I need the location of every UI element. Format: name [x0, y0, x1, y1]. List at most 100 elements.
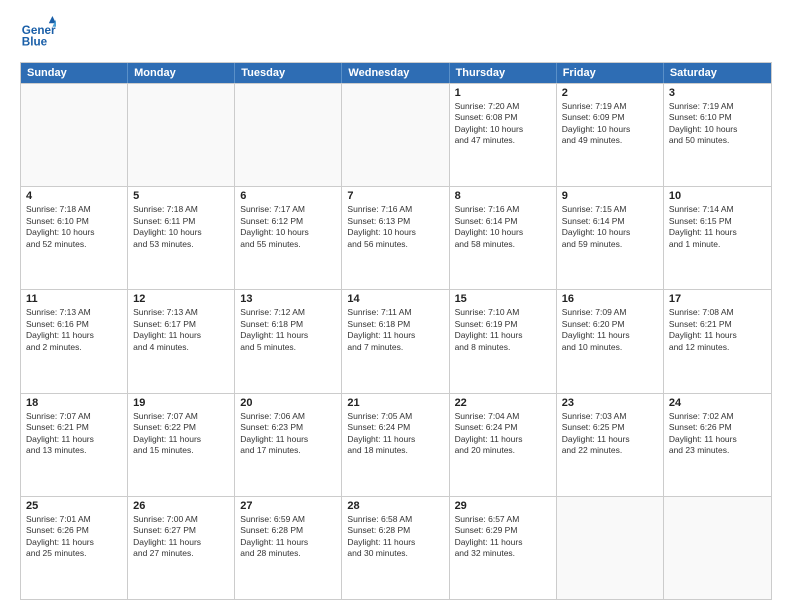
- day-number: 20: [240, 397, 336, 409]
- day-number: 4: [26, 190, 122, 202]
- day-info: Sunrise: 7:19 AM Sunset: 6:09 PM Dayligh…: [562, 101, 658, 147]
- day-info: Sunrise: 7:07 AM Sunset: 6:21 PM Dayligh…: [26, 411, 122, 457]
- calendar: SundayMondayTuesdayWednesdayThursdayFrid…: [20, 62, 772, 600]
- day-number: 17: [669, 293, 766, 305]
- day-info: Sunrise: 7:18 AM Sunset: 6:10 PM Dayligh…: [26, 204, 122, 250]
- logo-icon: General Blue: [20, 16, 56, 52]
- day-number: 15: [455, 293, 551, 305]
- day-number: 10: [669, 190, 766, 202]
- day-cell-25: 25 Sunrise: 7:01 AM Sunset: 6:26 PM Dayli…: [21, 497, 128, 599]
- day-info: Sunrise: 7:20 AM Sunset: 6:08 PM Dayligh…: [455, 101, 551, 147]
- day-cell-29: 29 Sunrise: 6:57 AM Sunset: 6:29 PM Dayli…: [450, 497, 557, 599]
- day-cell-1: 1 Sunrise: 7:20 AM Sunset: 6:08 PM Daylig…: [450, 84, 557, 186]
- day-number: 27: [240, 500, 336, 512]
- day-cell-21: 21 Sunrise: 7:05 AM Sunset: 6:24 PM Dayli…: [342, 394, 449, 496]
- day-info: Sunrise: 6:58 AM Sunset: 6:28 PM Dayligh…: [347, 514, 443, 560]
- day-number: 28: [347, 500, 443, 512]
- empty-cell: [664, 497, 771, 599]
- header-day-monday: Monday: [128, 63, 235, 83]
- day-cell-22: 22 Sunrise: 7:04 AM Sunset: 6:24 PM Dayli…: [450, 394, 557, 496]
- day-info: Sunrise: 7:07 AM Sunset: 6:22 PM Dayligh…: [133, 411, 229, 457]
- header-day-saturday: Saturday: [664, 63, 771, 83]
- day-number: 19: [133, 397, 229, 409]
- day-info: Sunrise: 6:57 AM Sunset: 6:29 PM Dayligh…: [455, 514, 551, 560]
- empty-cell: [128, 84, 235, 186]
- day-cell-15: 15 Sunrise: 7:10 AM Sunset: 6:19 PM Dayli…: [450, 290, 557, 392]
- day-info: Sunrise: 7:03 AM Sunset: 6:25 PM Dayligh…: [562, 411, 658, 457]
- day-cell-19: 19 Sunrise: 7:07 AM Sunset: 6:22 PM Dayli…: [128, 394, 235, 496]
- day-info: Sunrise: 7:18 AM Sunset: 6:11 PM Dayligh…: [133, 204, 229, 250]
- logo: General Blue: [20, 16, 56, 52]
- day-cell-26: 26 Sunrise: 7:00 AM Sunset: 6:27 PM Dayli…: [128, 497, 235, 599]
- day-cell-7: 7 Sunrise: 7:16 AM Sunset: 6:13 PM Daylig…: [342, 187, 449, 289]
- week-row-3: 11 Sunrise: 7:13 AM Sunset: 6:16 PM Dayli…: [21, 289, 771, 392]
- day-info: Sunrise: 7:09 AM Sunset: 6:20 PM Dayligh…: [562, 307, 658, 353]
- day-cell-3: 3Sunrise: 7:19 AM Sunset: 6:10 PM Daylig…: [664, 84, 771, 186]
- week-row-4: 18 Sunrise: 7:07 AM Sunset: 6:21 PM Dayli…: [21, 393, 771, 496]
- day-number: 25: [26, 500, 122, 512]
- day-number: 21: [347, 397, 443, 409]
- day-info: Sunrise: 7:16 AM Sunset: 6:14 PM Dayligh…: [455, 204, 551, 250]
- day-number: 11: [26, 293, 122, 305]
- day-number: 9: [562, 190, 658, 202]
- day-cell-13: 13 Sunrise: 7:12 AM Sunset: 6:18 PM Dayli…: [235, 290, 342, 392]
- day-cell-27: 27 Sunrise: 6:59 AM Sunset: 6:28 PM Dayli…: [235, 497, 342, 599]
- svg-text:Blue: Blue: [22, 36, 48, 49]
- day-cell-10: 10 Sunrise: 7:14 AM Sunset: 6:15 PM Dayli…: [664, 187, 771, 289]
- day-number: 2: [562, 87, 658, 99]
- header-day-wednesday: Wednesday: [342, 63, 449, 83]
- header: General Blue: [20, 16, 772, 52]
- week-row-2: 4 Sunrise: 7:18 AM Sunset: 6:10 PM Daylig…: [21, 186, 771, 289]
- week-row-1: 1 Sunrise: 7:20 AM Sunset: 6:08 PM Daylig…: [21, 83, 771, 186]
- day-cell-16: 16 Sunrise: 7:09 AM Sunset: 6:20 PM Dayli…: [557, 290, 664, 392]
- page: General Blue SundayMondayTuesdayWednesda…: [0, 0, 792, 612]
- day-info: Sunrise: 7:02 AM Sunset: 6:26 PM Dayligh…: [669, 411, 766, 457]
- day-number: 12: [133, 293, 229, 305]
- day-number: 18: [26, 397, 122, 409]
- empty-cell: [342, 84, 449, 186]
- day-info: Sunrise: 7:04 AM Sunset: 6:24 PM Dayligh…: [455, 411, 551, 457]
- day-cell-18: 18 Sunrise: 7:07 AM Sunset: 6:21 PM Dayli…: [21, 394, 128, 496]
- day-number: 26: [133, 500, 229, 512]
- day-info: Sunrise: 7:17 AM Sunset: 6:12 PM Dayligh…: [240, 204, 336, 250]
- empty-cell: [557, 497, 664, 599]
- day-cell-20: 20 Sunrise: 7:06 AM Sunset: 6:23 PM Dayli…: [235, 394, 342, 496]
- day-cell-11: 11 Sunrise: 7:13 AM Sunset: 6:16 PM Dayli…: [21, 290, 128, 392]
- day-info: Sunrise: 7:12 AM Sunset: 6:18 PM Dayligh…: [240, 307, 336, 353]
- day-info: Sunrise: 7:01 AM Sunset: 6:26 PM Dayligh…: [26, 514, 122, 560]
- day-number: 1: [455, 87, 551, 99]
- day-cell-4: 4 Sunrise: 7:18 AM Sunset: 6:10 PM Daylig…: [21, 187, 128, 289]
- day-number: 29: [455, 500, 551, 512]
- day-cell-24: 24 Sunrise: 7:02 AM Sunset: 6:26 PM Dayli…: [664, 394, 771, 496]
- day-number: 8: [455, 190, 551, 202]
- day-number: 23: [562, 397, 658, 409]
- day-number: 16: [562, 293, 658, 305]
- day-number: 13: [240, 293, 336, 305]
- empty-cell: [235, 84, 342, 186]
- day-info: Sunrise: 7:10 AM Sunset: 6:19 PM Dayligh…: [455, 307, 551, 353]
- header-day-friday: Friday: [557, 63, 664, 83]
- week-row-5: 25 Sunrise: 7:01 AM Sunset: 6:26 PM Dayli…: [21, 496, 771, 599]
- day-cell-12: 12 Sunrise: 7:13 AM Sunset: 6:17 PM Dayli…: [128, 290, 235, 392]
- day-info: Sunrise: 7:19 AM Sunset: 6:10 PM Dayligh…: [669, 101, 766, 147]
- day-info: Sunrise: 6:59 AM Sunset: 6:28 PM Dayligh…: [240, 514, 336, 560]
- day-number: 7: [347, 190, 443, 202]
- day-number: 24: [669, 397, 766, 409]
- header-day-tuesday: Tuesday: [235, 63, 342, 83]
- day-cell-6: 6Sunrise: 7:17 AM Sunset: 6:12 PM Daylig…: [235, 187, 342, 289]
- day-cell-17: 17Sunrise: 7:08 AM Sunset: 6:21 PM Dayli…: [664, 290, 771, 392]
- day-info: Sunrise: 7:13 AM Sunset: 6:17 PM Dayligh…: [133, 307, 229, 353]
- day-number: 22: [455, 397, 551, 409]
- day-info: Sunrise: 7:06 AM Sunset: 6:23 PM Dayligh…: [240, 411, 336, 457]
- day-info: Sunrise: 7:14 AM Sunset: 6:15 PM Dayligh…: [669, 204, 766, 250]
- day-cell-5: 5 Sunrise: 7:18 AM Sunset: 6:11 PM Daylig…: [128, 187, 235, 289]
- day-info: Sunrise: 7:00 AM Sunset: 6:27 PM Dayligh…: [133, 514, 229, 560]
- day-cell-9: 9Sunrise: 7:15 AM Sunset: 6:14 PM Daylig…: [557, 187, 664, 289]
- day-cell-2: 2 Sunrise: 7:19 AM Sunset: 6:09 PM Daylig…: [557, 84, 664, 186]
- day-info: Sunrise: 7:13 AM Sunset: 6:16 PM Dayligh…: [26, 307, 122, 353]
- day-info: Sunrise: 7:05 AM Sunset: 6:24 PM Dayligh…: [347, 411, 443, 457]
- empty-cell: [21, 84, 128, 186]
- day-cell-8: 8 Sunrise: 7:16 AM Sunset: 6:14 PM Daylig…: [450, 187, 557, 289]
- day-info: Sunrise: 7:16 AM Sunset: 6:13 PM Dayligh…: [347, 204, 443, 250]
- day-number: 5: [133, 190, 229, 202]
